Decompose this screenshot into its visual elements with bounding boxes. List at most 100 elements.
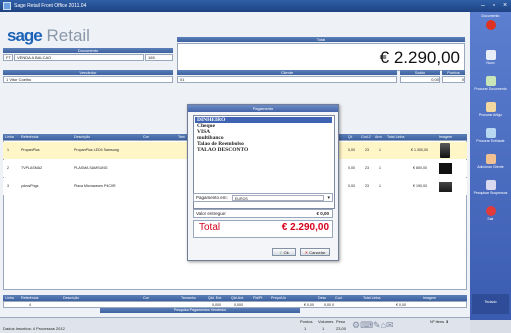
row-iva: 0,00 <box>348 184 355 188</box>
status-text: Dados Inscritos: 4 Processos 2012 <box>3 326 65 331</box>
product-image <box>440 143 450 158</box>
sidepanel-label: Pesquisar Suspensos <box>473 191 508 195</box>
pontos-field: 0 <box>442 76 465 83</box>
dialog-total-value: € 2.290,00 <box>281 222 329 233</box>
dialog-total-label: Total <box>199 222 221 233</box>
app-icon <box>3 2 11 10</box>
search-item-icon <box>485 102 496 112</box>
chevron-down-icon[interactable]: ▾ <box>327 194 330 202</box>
ok-button[interactable]: ✓ Ok <box>272 248 296 256</box>
col-tamanho: Tamanho <box>181 296 196 300</box>
row-ref: ydvcsPhgs <box>21 184 39 188</box>
vendedor-field[interactable]: 1 Vitor Coelho <box>3 76 173 83</box>
payment-dialog: Pagamento DINHEIRO Cheque VISA multibanc… <box>187 104 339 261</box>
ok-label: Ok <box>283 250 289 255</box>
col-referencia: Referência <box>21 296 39 300</box>
col-tam: Tam <box>178 135 185 139</box>
col-fld: Fld/Pt <box>253 296 263 300</box>
saldo-field: 0,00 <box>400 76 440 83</box>
row-ref: TVPLASMA2 <box>21 166 43 170</box>
total-display: € 2.290,00 <box>177 43 465 71</box>
editor-preco: € 0,00 <box>304 303 314 307</box>
total-header: Total <box>177 37 465 42</box>
status-bar: Pesquisa Pagamentos Vendedor Dados Inscr… <box>0 308 470 333</box>
logo-brand: sage <box>7 26 43 45</box>
novo-button[interactable]: Novo <box>472 48 509 74</box>
delivered-value[interactable]: € 0,00 <box>316 210 329 218</box>
pesquisar-suspensos-button[interactable]: Pesquisar Suspensos <box>472 178 509 204</box>
sidepanel-label: Adicionar Cliente <box>477 165 504 169</box>
status-total-2: 1 <box>322 326 325 331</box>
documento-button[interactable]: Documento <box>472 14 509 40</box>
saldo-header: Saldo <box>400 70 440 75</box>
cliente-field[interactable]: 01 <box>177 76 397 83</box>
editor-linha: 4 <box>29 303 31 307</box>
sair-button[interactable]: Sair <box>472 204 509 230</box>
total-value: € 2.290,00 <box>379 48 460 67</box>
status-total-1: 1 <box>304 326 307 331</box>
procurar-entidade-button[interactable]: Procurar Entidade <box>472 126 509 152</box>
minimize-icon[interactable]: – <box>478 1 488 10</box>
sidepanel-label: Procurar Documento <box>474 87 507 91</box>
sidepanel-label: Sair <box>487 217 494 221</box>
procurar-artigo-button[interactable]: Procurar Artigo <box>472 100 509 126</box>
exit-icon <box>485 206 496 216</box>
add-customer-icon <box>485 154 496 164</box>
sage-retail-logo: sage Retail <box>7 26 90 46</box>
sidepanel-label: Procurar Entidade <box>476 139 505 143</box>
payment-currency-row[interactable]: Pagamento em: EUROS ▾ <box>193 193 333 202</box>
documento-number[interactable]: 165 <box>145 54 173 61</box>
editor-total: € 0,00 <box>396 303 406 307</box>
editor-desc: 0,00 0 <box>324 303 334 307</box>
col-cor: Cor <box>143 135 149 139</box>
col-linha: Linha <box>5 296 14 300</box>
col-cod: Cod. <box>335 296 343 300</box>
row-arm: 23 <box>365 148 369 152</box>
row-un: 1 <box>379 184 381 188</box>
documento-header: Documento <box>3 48 173 53</box>
row-total: € 190,00 <box>413 184 427 188</box>
close-icon[interactable]: × <box>500 1 510 10</box>
col-linha: Linha <box>5 135 14 139</box>
sidepanel-label: Documento <box>481 14 500 18</box>
footer-tabs[interactable]: Pesquisa Pagamentos Vendedor <box>100 308 300 313</box>
procurar-documento-button[interactable]: Procurar Documento <box>472 74 509 100</box>
toolbar-icons[interactable]: ⚙⌨✎⌂✉ <box>352 320 394 331</box>
vendedor-header: Vendedor <box>3 70 173 75</box>
search-document-icon <box>485 76 496 86</box>
col-qtd-ant: Qtd.Ant. <box>231 296 245 300</box>
col-preco: Preço/Un <box>271 296 286 300</box>
col-desc: Desc <box>318 296 327 300</box>
main-area: sage Retail Documento FT VENDA A BALCAO … <box>0 12 470 333</box>
cancel-label: Cancelar <box>309 250 326 255</box>
cancel-button[interactable]: ✕ Cancelar <box>300 248 330 256</box>
row-iva: 0,00 <box>348 148 355 152</box>
sidepanel-label: Novo <box>486 61 495 65</box>
col-cor: Cor <box>143 296 149 300</box>
adicionar-cliente-button[interactable]: Adicionar Cliente <box>472 152 509 178</box>
row-linha: 1 <box>7 148 9 152</box>
col-imagem: Imagem <box>423 296 436 300</box>
row-arm: 23 <box>365 166 369 170</box>
col-referencia: Referência <box>21 135 39 139</box>
documento-field[interactable]: VENDA A BALCAO <box>14 54 144 61</box>
row-linha: 3 <box>7 184 9 188</box>
delivered-row[interactable]: Valor entregue: € 0,00 <box>193 209 333 218</box>
row-desc: Placa Microwaves P4C0R <box>74 184 116 188</box>
documento-prefix[interactable]: FT <box>3 54 13 61</box>
row-desc: PLASMA SAMSUNG <box>74 166 108 170</box>
row-total: € 800,00 <box>413 166 427 170</box>
payment-method-item[interactable]: TALAO DESCONTO <box>195 147 332 153</box>
sidepanel-label: Teclado <box>484 300 497 304</box>
row-linha: 2 <box>7 166 9 170</box>
pontos-header: Pontos <box>442 70 465 75</box>
status-total-3: 23,00 <box>336 326 347 331</box>
product-image <box>439 163 452 174</box>
line-editor-row[interactable]: 4 0,000 0,000 € 0,00 0,00 0 € 0,00 <box>3 301 467 308</box>
col-imagem: Imagem <box>439 135 452 139</box>
cliente-header: Cliente <box>177 70 397 75</box>
teclado-button[interactable]: Teclado <box>472 294 509 314</box>
currency-select[interactable]: EUROS <box>232 195 324 201</box>
maximize-icon[interactable]: ▫ <box>489 1 499 10</box>
row-desc: PropanPlus LED4 Samsung <box>74 148 119 152</box>
